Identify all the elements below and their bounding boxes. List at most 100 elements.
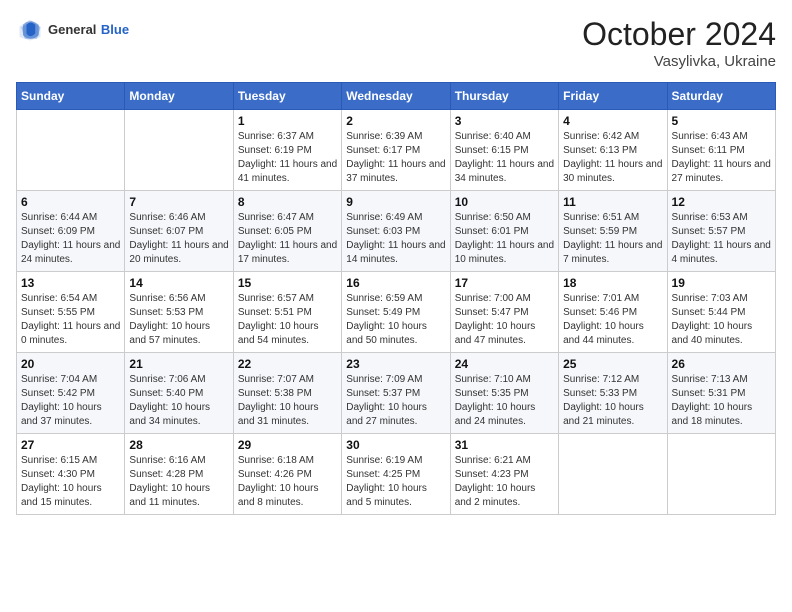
day-info: Sunrise: 7:12 AMSunset: 5:33 PMDaylight:… <box>563 373 662 429</box>
day-number: 21 <box>129 357 228 371</box>
calendar-day-cell: 5 Sunrise: 6:43 AMSunset: 6:11 PMDaylight… <box>667 110 775 191</box>
day-number: 12 <box>672 195 771 209</box>
day-info: Sunrise: 6:54 AMSunset: 5:55 PMDaylight:… <box>21 292 120 348</box>
calendar-day-cell: 14Sunrise: 6:56 AMSunset: 5:53 PMDayligh… <box>125 272 233 353</box>
day-number: 20 <box>21 357 120 371</box>
day-number: 24 <box>455 357 554 371</box>
day-number: 28 <box>129 438 228 452</box>
day-number: 9 <box>346 195 445 209</box>
logo-text: General Blue <box>48 21 129 39</box>
day-number: 4 <box>563 114 662 128</box>
day-info: Sunrise: 7:03 AMSunset: 5:44 PMDaylight:… <box>672 292 771 348</box>
calendar-week-row: 6Sunrise: 6:44 AMSunset: 6:09 PMDaylight… <box>17 191 776 272</box>
calendar-day-cell: 24 Sunrise: 7:10 AMSunset: 5:35 PMDayligh… <box>450 353 558 434</box>
calendar-day-cell: 29 Sunrise: 6:18 AMSunset: 4:26 PMDayligh… <box>233 434 341 515</box>
day-number: 5 <box>672 114 771 128</box>
calendar-day-cell: 7 Sunrise: 6:46 AMSunset: 6:07 PMDaylight… <box>125 191 233 272</box>
day-info: Sunrise: 7:06 AMSunset: 5:40 PMDaylight:… <box>129 373 228 429</box>
day-number: 30 <box>346 438 445 452</box>
page-header: General Blue October 2024 Vasylivka, Ukr… <box>16 16 776 70</box>
day-info: Sunrise: 6:42 AMSunset: 6:13 PMDaylight:… <box>563 130 662 186</box>
calendar-week-row: 20 Sunrise: 7:04 AMSunset: 5:42 PMDayligh… <box>17 353 776 434</box>
day-info: Sunrise: 7:10 AMSunset: 5:35 PMDaylight:… <box>455 373 554 429</box>
month-year-title: October 2024 <box>582 16 776 53</box>
calendar-body: 1 Sunrise: 6:37 AMSunset: 6:19 PMDaylight… <box>17 110 776 515</box>
calendar-day-cell: 16Sunrise: 6:59 AMSunset: 5:49 PMDayligh… <box>342 272 450 353</box>
day-info: Sunrise: 6:19 AMSunset: 4:25 PMDaylight:… <box>346 454 445 510</box>
calendar-day-cell: 28 Sunrise: 6:16 AMSunset: 4:28 PMDayligh… <box>125 434 233 515</box>
calendar-day-cell: 20 Sunrise: 7:04 AMSunset: 5:42 PMDayligh… <box>17 353 125 434</box>
logo: General Blue <box>16 16 129 44</box>
location-subtitle: Vasylivka, Ukraine <box>582 53 776 70</box>
calendar-day-cell: 6Sunrise: 6:44 AMSunset: 6:09 PMDaylight… <box>17 191 125 272</box>
weekday-header-row: SundayMondayTuesdayWednesdayThursdayFrid… <box>17 83 776 110</box>
day-info: Sunrise: 6:53 AMSunset: 5:57 PMDaylight:… <box>672 211 771 267</box>
logo-general: General <box>48 22 96 37</box>
calendar-day-cell <box>559 434 667 515</box>
calendar-day-cell: 22Sunrise: 7:07 AMSunset: 5:38 PMDayligh… <box>233 353 341 434</box>
day-number: 2 <box>346 114 445 128</box>
calendar-day-cell: 8 Sunrise: 6:47 AMSunset: 6:05 PMDaylight… <box>233 191 341 272</box>
day-info: Sunrise: 6:18 AMSunset: 4:26 PMDaylight:… <box>238 454 337 510</box>
calendar-week-row: 27Sunrise: 6:15 AMSunset: 4:30 PMDayligh… <box>17 434 776 515</box>
weekday-header-tuesday: Tuesday <box>233 83 341 110</box>
day-number: 3 <box>455 114 554 128</box>
weekday-header-saturday: Saturday <box>667 83 775 110</box>
day-info: Sunrise: 6:47 AMSunset: 6:05 PMDaylight:… <box>238 211 337 267</box>
calendar-day-cell: 21 Sunrise: 7:06 AMSunset: 5:40 PMDayligh… <box>125 353 233 434</box>
day-info: Sunrise: 6:49 AMSunset: 6:03 PMDaylight:… <box>346 211 445 267</box>
day-number: 8 <box>238 195 337 209</box>
calendar-day-cell: 26Sunrise: 7:13 AMSunset: 5:31 PMDayligh… <box>667 353 775 434</box>
calendar-day-cell: 1 Sunrise: 6:37 AMSunset: 6:19 PMDaylight… <box>233 110 341 191</box>
day-number: 18 <box>563 276 662 290</box>
calendar-week-row: 1 Sunrise: 6:37 AMSunset: 6:19 PMDaylight… <box>17 110 776 191</box>
day-info: Sunrise: 7:00 AMSunset: 5:47 PMDaylight:… <box>455 292 554 348</box>
day-info: Sunrise: 6:51 AMSunset: 5:59 PMDaylight:… <box>563 211 662 267</box>
calendar-day-cell: 31Sunrise: 6:21 AMSunset: 4:23 PMDayligh… <box>450 434 558 515</box>
weekday-header-monday: Monday <box>125 83 233 110</box>
day-number: 29 <box>238 438 337 452</box>
calendar-day-cell: 3 Sunrise: 6:40 AMSunset: 6:15 PMDaylight… <box>450 110 558 191</box>
calendar-day-cell: 13 Sunrise: 6:54 AMSunset: 5:55 PMDayligh… <box>17 272 125 353</box>
day-number: 10 <box>455 195 554 209</box>
day-info: Sunrise: 6:21 AMSunset: 4:23 PMDaylight:… <box>455 454 554 510</box>
day-number: 15 <box>238 276 337 290</box>
day-number: 17 <box>455 276 554 290</box>
calendar-day-cell: 27Sunrise: 6:15 AMSunset: 4:30 PMDayligh… <box>17 434 125 515</box>
day-number: 1 <box>238 114 337 128</box>
calendar-day-cell: 4 Sunrise: 6:42 AMSunset: 6:13 PMDaylight… <box>559 110 667 191</box>
day-number: 19 <box>672 276 771 290</box>
day-number: 13 <box>21 276 120 290</box>
day-info: Sunrise: 7:04 AMSunset: 5:42 PMDaylight:… <box>21 373 120 429</box>
calendar-day-cell: 11 Sunrise: 6:51 AMSunset: 5:59 PMDayligh… <box>559 191 667 272</box>
calendar-day-cell: 9 Sunrise: 6:49 AMSunset: 6:03 PMDaylight… <box>342 191 450 272</box>
day-number: 11 <box>563 195 662 209</box>
calendar-day-cell <box>125 110 233 191</box>
day-info: Sunrise: 6:43 AMSunset: 6:11 PMDaylight:… <box>672 130 771 186</box>
calendar-day-cell: 18Sunrise: 7:01 AMSunset: 5:46 PMDayligh… <box>559 272 667 353</box>
calendar-day-cell <box>667 434 775 515</box>
calendar-day-cell: 25 Sunrise: 7:12 AMSunset: 5:33 PMDayligh… <box>559 353 667 434</box>
day-number: 25 <box>563 357 662 371</box>
calendar-day-cell: 17 Sunrise: 7:00 AMSunset: 5:47 PMDayligh… <box>450 272 558 353</box>
weekday-header-friday: Friday <box>559 83 667 110</box>
day-info: Sunrise: 6:46 AMSunset: 6:07 PMDaylight:… <box>129 211 228 267</box>
day-number: 23 <box>346 357 445 371</box>
title-block: October 2024 Vasylivka, Ukraine <box>582 16 776 70</box>
day-info: Sunrise: 7:13 AMSunset: 5:31 PMDaylight:… <box>672 373 771 429</box>
calendar-day-cell: 2 Sunrise: 6:39 AMSunset: 6:17 PMDaylight… <box>342 110 450 191</box>
day-info: Sunrise: 6:57 AMSunset: 5:51 PMDaylight:… <box>238 292 337 348</box>
day-info: Sunrise: 6:39 AMSunset: 6:17 PMDaylight:… <box>346 130 445 186</box>
day-number: 16 <box>346 276 445 290</box>
calendar-day-cell <box>17 110 125 191</box>
day-info: Sunrise: 6:37 AMSunset: 6:19 PMDaylight:… <box>238 130 337 186</box>
day-info: Sunrise: 6:16 AMSunset: 4:28 PMDaylight:… <box>129 454 228 510</box>
day-info: Sunrise: 7:09 AMSunset: 5:37 PMDaylight:… <box>346 373 445 429</box>
weekday-header-sunday: Sunday <box>17 83 125 110</box>
calendar-week-row: 13 Sunrise: 6:54 AMSunset: 5:55 PMDayligh… <box>17 272 776 353</box>
calendar-day-cell: 19 Sunrise: 7:03 AMSunset: 5:44 PMDayligh… <box>667 272 775 353</box>
day-info: Sunrise: 6:15 AMSunset: 4:30 PMDaylight:… <box>21 454 120 510</box>
weekday-header-thursday: Thursday <box>450 83 558 110</box>
day-number: 7 <box>129 195 228 209</box>
day-info: Sunrise: 6:40 AMSunset: 6:15 PMDaylight:… <box>455 130 554 186</box>
